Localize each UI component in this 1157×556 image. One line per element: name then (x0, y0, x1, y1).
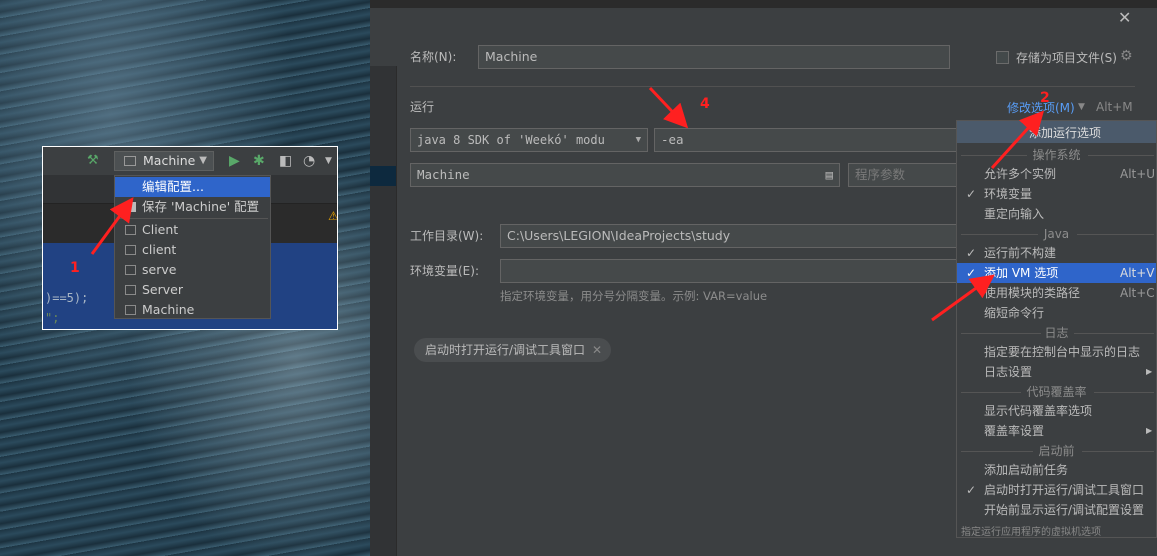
check-icon: ✓ (966, 266, 977, 280)
option-add-vm-options[interactable]: ✓ 添加 VM 选项 Alt+V (957, 263, 1156, 283)
env-hint: 指定环境变量，用分号分隔变量。示例: VAR=value (500, 289, 768, 303)
close-icon[interactable]: ✕ (1118, 8, 1131, 27)
option-shorten-cmd[interactable]: 缩短命令行 (957, 303, 1156, 323)
popup-footer-hint: 指定运行应用程序的虚拟机选项 (961, 527, 1101, 538)
menu-divider (119, 218, 268, 219)
group-java: Java (957, 225, 1156, 243)
store-project-checkbox[interactable] (996, 51, 1009, 64)
group-before-launch: 启动前 (957, 442, 1156, 460)
menu-item-config[interactable]: Server (115, 280, 270, 300)
jdk-selector[interactable]: java 8 SDK of 'Weekó' modu ▼ (410, 128, 648, 152)
debug-icon[interactable]: ✱ (253, 152, 265, 170)
menu-item-config[interactable]: serve (115, 260, 270, 280)
env-field[interactable] (500, 259, 974, 283)
add-run-options-popup: 添加运行选项 操作系统 允许多个实例 Alt+U ✓ 环境变量 重定向输入 Java… (956, 120, 1157, 538)
run-config-icon (125, 225, 136, 235)
menu-item-config[interactable]: Client (115, 220, 270, 240)
gear-icon[interactable]: ⚙ (1120, 48, 1133, 64)
annotation-label: 1 (70, 260, 80, 276)
config-tree-selection[interactable] (370, 166, 396, 186)
browse-icon[interactable]: ▤ (825, 164, 833, 186)
name-field[interactable]: Machine (478, 45, 950, 69)
option-no-build[interactable]: ✓ 运行前不构建 (957, 243, 1156, 263)
run-section-title: 运行 (410, 100, 435, 114)
run-config-icon (124, 156, 136, 166)
chevron-down-icon: ▼ (1078, 102, 1085, 112)
option-show-coverage[interactable]: 显示代码覆盖率选项 (957, 401, 1156, 421)
annotation-label: 4 (700, 96, 710, 112)
run-config-selector[interactable]: Machine ▼ (114, 151, 214, 171)
submenu-arrow-icon: ▶ (1146, 367, 1153, 376)
option-redirect-input[interactable]: 重定向输入 (957, 204, 1156, 224)
code-line: "; (45, 311, 60, 325)
option-open-tool-window[interactable]: ✓ 启动时打开运行/调试工具窗口 (957, 480, 1156, 500)
divider (410, 86, 1135, 87)
chevron-down-icon: ▼ (635, 135, 641, 145)
option-console-logs[interactable]: 指定要在控制台中显示的日志 (957, 342, 1156, 362)
run-config-icon (125, 285, 136, 295)
ide-toolbar-snapshot: ⚒ Machine ▼ ▶ ✱ ◧ ◔ ▼ ⚠ )==5); "; 编辑配置..… (42, 146, 338, 330)
profile-icon[interactable]: ◔ (303, 152, 315, 170)
toolbar: ⚒ Machine ▼ ▶ ✱ ◧ ◔ ▼ (43, 147, 337, 175)
group-os: 操作系统 (957, 146, 1156, 164)
modify-shortcut: Alt+M (1096, 100, 1133, 114)
menu-item-config[interactable]: Machine (115, 300, 270, 320)
annotation-label: 3 (978, 282, 988, 298)
store-project-label: 存储为项目文件(S) (1016, 51, 1117, 65)
option-add-before-task[interactable]: 添加启动前任务 (957, 460, 1156, 480)
option-chip[interactable]: 启动时打开运行/调试工具窗口 ✕ (414, 338, 612, 362)
main-class-field[interactable]: Machine ▤ (410, 163, 840, 187)
menu-item-edit-config[interactable]: 编辑配置... (115, 177, 270, 197)
build-icon[interactable]: ⚒ (87, 154, 101, 168)
option-log-settings[interactable]: 日志设置 ▶ (957, 362, 1156, 382)
check-icon: ✓ (966, 246, 977, 260)
popup-title: 添加运行选项 (1029, 126, 1102, 140)
workdir-label: 工作目录(W): (410, 229, 484, 243)
run-config-icon (125, 245, 136, 255)
menu-item-config[interactable]: client (115, 240, 270, 260)
save-config-icon (125, 202, 136, 212)
check-icon: ✓ (966, 187, 977, 201)
vm-options-field[interactable]: -ea (654, 128, 974, 152)
option-allow-multiple[interactable]: 允许多个实例 Alt+U (957, 164, 1156, 184)
code-line: )==5); (45, 291, 89, 305)
run-config-icon (125, 265, 136, 275)
check-icon: ✓ (966, 483, 977, 497)
group-logs: 日志 (957, 324, 1156, 342)
submenu-arrow-icon: ▶ (1146, 426, 1153, 435)
option-show-settings[interactable]: 开始前显示运行/调试配置设置 (957, 500, 1156, 520)
chevron-down-icon: ▼ (199, 155, 207, 166)
menu-item-save-config[interactable]: 保存 'Machine' 配置 (115, 197, 270, 217)
run-config-label: Machine (143, 153, 196, 168)
name-label: 名称(N): (410, 50, 457, 64)
warning-icon[interactable]: ⚠ (328, 209, 337, 223)
more-chevron-icon[interactable]: ▼ (325, 152, 332, 170)
annotation-label: 2 (1040, 90, 1050, 106)
option-coverage-settings[interactable]: 覆盖率设置 ▶ (957, 421, 1156, 441)
run-config-icon (125, 305, 136, 315)
title-strip (370, 0, 1157, 8)
workdir-field[interactable]: C:\Users\LEGION\IdeaProjects\study (500, 224, 974, 248)
run-icon[interactable]: ▶ (229, 152, 240, 170)
run-config-menu: 编辑配置... 保存 'Machine' 配置 Client client se… (114, 175, 271, 319)
close-icon[interactable]: ✕ (592, 338, 602, 362)
jdk-selector-text: java 8 SDK of 'Weekó' modu (417, 133, 605, 147)
env-label: 环境变量(E): (410, 264, 479, 278)
config-tree (370, 66, 397, 556)
option-env-vars[interactable]: ✓ 环境变量 (957, 184, 1156, 204)
group-coverage: 代码覆盖率 (957, 383, 1156, 401)
coverage-icon[interactable]: ◧ (279, 152, 292, 170)
